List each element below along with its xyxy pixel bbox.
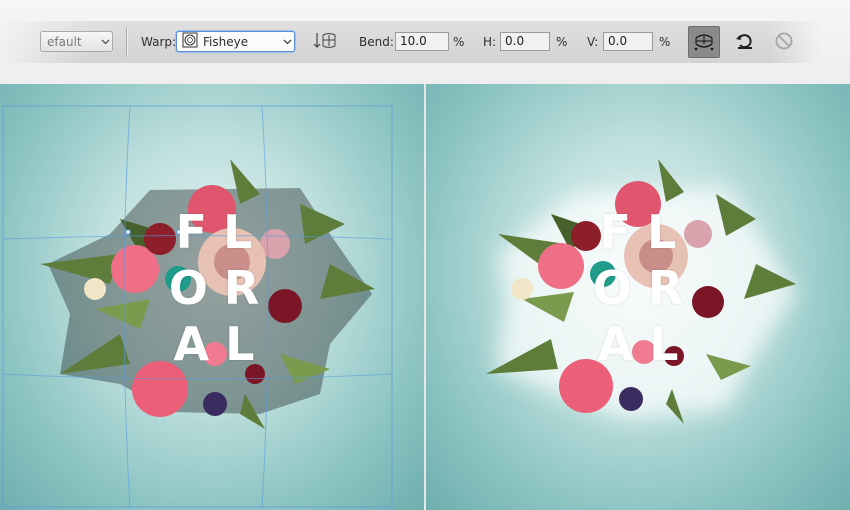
floral-line-1: FL <box>599 205 693 259</box>
warp-label: Warp: <box>141 35 177 49</box>
h-unit: % <box>556 35 568 49</box>
floral-line-2: OR <box>168 261 276 315</box>
floral-line-3: AL <box>597 317 695 371</box>
warp-orientation-icon <box>313 30 337 55</box>
v-label: V: <box>587 35 599 49</box>
warp-orientation-button[interactable] <box>310 27 340 57</box>
commit-cancel-icon <box>774 31 794 54</box>
warp-style-dropdown[interactable]: Fisheye <box>176 31 295 52</box>
chevron-down-icon <box>280 32 294 51</box>
toggle-warp-mode-icon <box>692 29 716 56</box>
floral-line-2: OR <box>592 261 700 315</box>
preset-dropdown[interactable]: efault <box>40 31 113 52</box>
fisheye-icon <box>182 32 198 51</box>
h-label: H: <box>483 35 497 49</box>
toggle-warp-mode-button[interactable] <box>688 26 720 58</box>
floral-title-left: FL OR AL <box>162 204 282 372</box>
floral-line-3: AL <box>173 317 271 371</box>
floral-line-1: FL <box>175 205 269 259</box>
bend-input[interactable]: 10.0 <box>395 32 449 51</box>
toolbar-separator <box>126 27 127 57</box>
options-bar: efault Warp: Fisheye Bend: 10.0 % H: 0.0… <box>0 0 850 84</box>
bend-label: Bend: <box>359 35 394 49</box>
commit-cancel-button[interactable] <box>769 27 799 57</box>
floral-title-right: FL OR AL <box>586 204 706 372</box>
canvas-before[interactable]: FL OR AL <box>0 84 424 510</box>
warp-style-value: Fisheye <box>203 34 249 49</box>
preset-value: efault <box>47 34 82 49</box>
v-distortion-input[interactable]: 0.0 <box>603 32 653 51</box>
cancel-transform-icon <box>735 32 755 53</box>
chevron-down-icon <box>98 32 112 51</box>
v-unit: % <box>659 35 671 49</box>
cancel-transform-button[interactable] <box>730 27 760 57</box>
h-distortion-input[interactable]: 0.0 <box>500 32 550 51</box>
canvas-after: FL OR AL <box>426 84 850 510</box>
bend-unit: % <box>453 35 465 49</box>
